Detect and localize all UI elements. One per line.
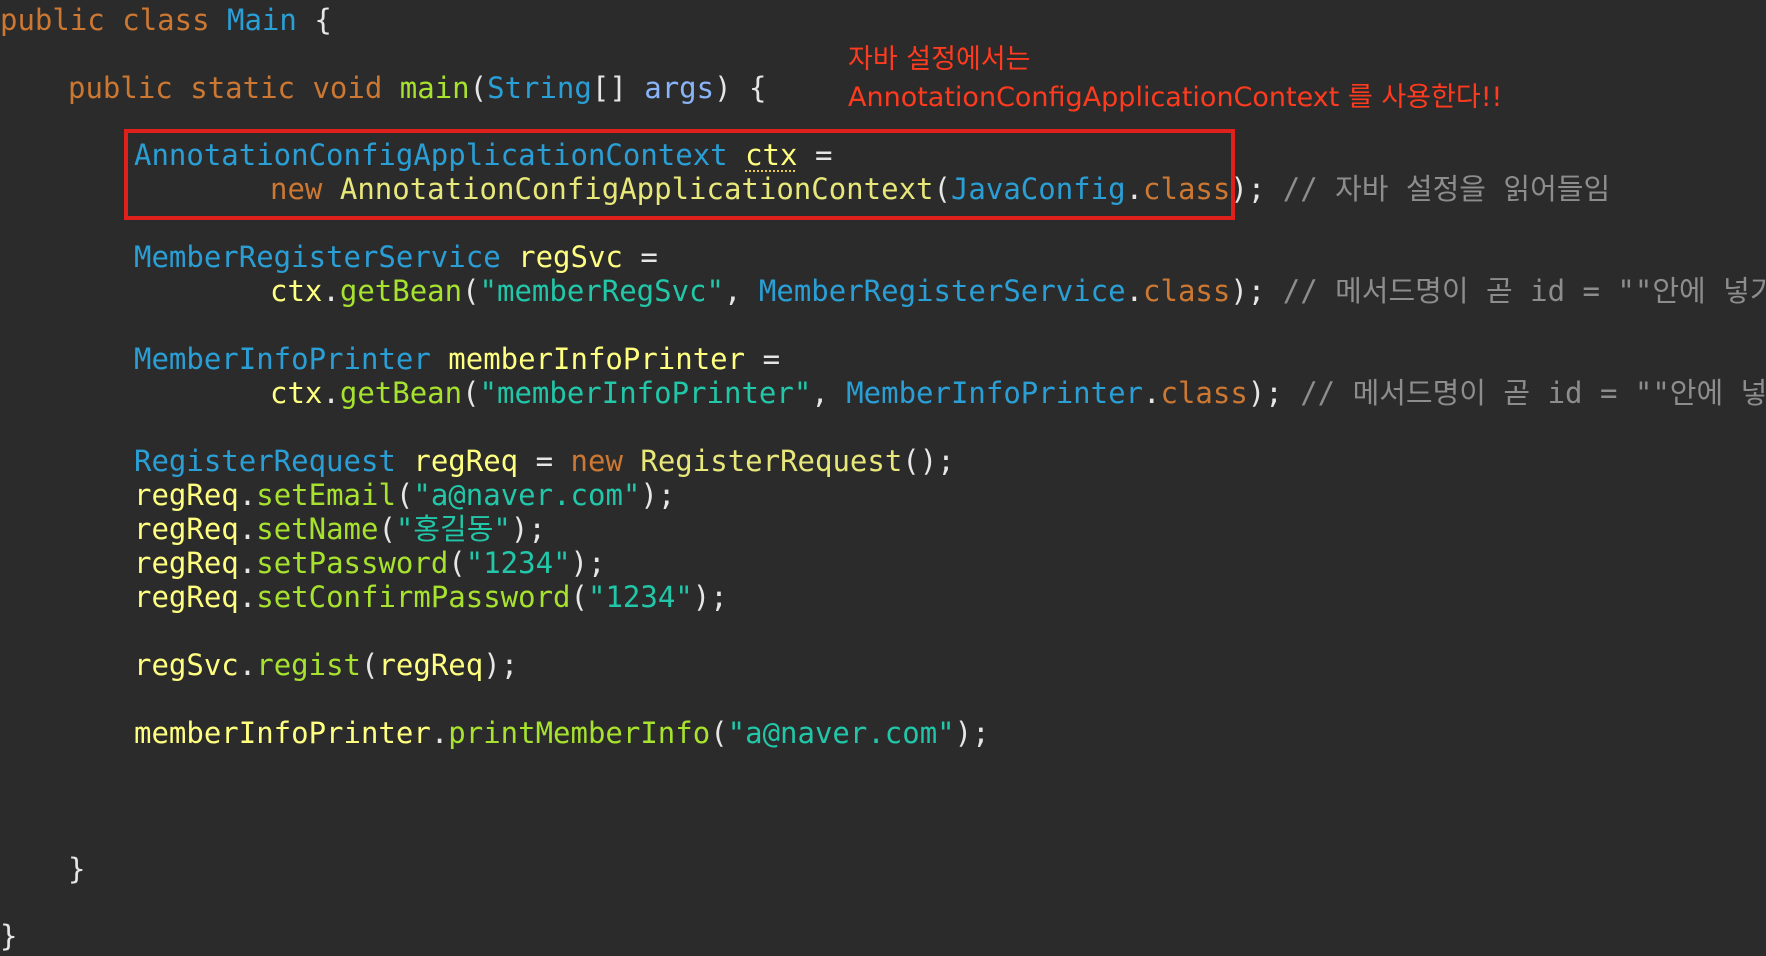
open-brace: {: [314, 3, 332, 37]
code-line-main-close: }: [68, 849, 85, 889]
method-getbean: getBean: [339, 274, 463, 308]
method-name-main: main: [399, 71, 470, 105]
variable-ctx: ctx: [270, 376, 323, 410]
keyword-class: class: [1143, 274, 1231, 308]
annotation-line-1: 자바 설정에서는: [848, 44, 1031, 75]
keyword-new: new: [570, 444, 623, 478]
type-name: MemberInfoPrinter: [134, 342, 431, 376]
method-setconfirmpassword: setConfirmPassword: [256, 580, 571, 614]
keyword-class: class: [1160, 376, 1248, 410]
variable-memberinfoprinter: memberInfoPrinter: [448, 342, 746, 376]
type-name: MemberInfoPrinter: [846, 376, 1144, 410]
code-line-printer-init: ctx.getBean("memberInfoPrinter", MemberI…: [270, 373, 1766, 413]
close-brace: }: [0, 919, 18, 953]
open-brace: {: [749, 71, 767, 105]
code-line-print-call: memberInfoPrinter.printMemberInfo("a@nav…: [134, 716, 990, 750]
code-line-set-confirm-password: regReq.setConfirmPassword("1234");: [134, 580, 728, 614]
constructor-name: AnnotationConfigApplicationContext: [339, 172, 934, 206]
code-line-ctx-init: new AnnotationConfigApplicationContext(J…: [270, 172, 1611, 206]
keyword-public: public: [68, 71, 173, 105]
close-brace: }: [68, 852, 86, 886]
param-args: args: [644, 71, 715, 105]
string-literal: "홍길동": [395, 512, 511, 546]
constructor-name: RegisterRequest: [640, 444, 903, 478]
type-name: AnnotationConfigApplicationContext: [134, 138, 728, 172]
code-comment: // 자바 설정을 읽어들임: [1282, 172, 1611, 206]
keyword-static: static: [190, 71, 295, 105]
class-name: Main: [227, 3, 297, 37]
variable-ctx: ctx: [745, 138, 798, 172]
variable-regsvc: regSvc: [518, 240, 623, 274]
code-line-regsvc-init: ctx.getBean("memberRegSvc", MemberRegist…: [270, 271, 1766, 311]
string-literal: "1234": [587, 580, 693, 614]
string-literal: "a@naver.com": [413, 478, 641, 512]
code-line-class-close: }: [0, 916, 17, 956]
type-name: MemberRegisterService: [134, 240, 501, 274]
config-class: JavaConfig: [950, 172, 1126, 206]
method-setpassword: setPassword: [256, 546, 449, 580]
keyword-public: public: [0, 3, 105, 37]
method-setemail: setEmail: [256, 478, 396, 512]
code-comment: // 메서드명이 곧 id = ""안에 넣기: [1300, 376, 1766, 410]
keyword-class: class: [1143, 172, 1231, 206]
string-literal: "a@naver.com": [727, 716, 955, 750]
type-name: RegisterRequest: [134, 444, 396, 478]
code-line-regist-call: regSvc.regist(regReq);: [134, 648, 519, 682]
method-printmemberinfo: printMemberInfo: [448, 716, 711, 750]
method-getbean: getBean: [339, 376, 463, 410]
string-literal: "1234": [465, 546, 571, 580]
code-comment: // 메서드명이 곧 id = ""안에 넣기: [1282, 274, 1766, 308]
keyword-void: void: [312, 71, 383, 105]
code-line-main-declaration: public static void main(String[] args) {: [68, 71, 767, 105]
code-editor[interactable]: public class Main { public static void m…: [0, 0, 1766, 956]
type-name: MemberRegisterService: [758, 274, 1126, 308]
keyword-class: class: [122, 3, 210, 37]
variable-regreq: regReq: [413, 444, 519, 478]
method-setname: setName: [256, 512, 379, 546]
string-literal: "memberInfoPrinter": [479, 376, 812, 410]
string-literal: "memberRegSvc": [479, 274, 724, 308]
code-line-class-declaration: public class Main {: [0, 0, 332, 40]
method-regist: regist: [256, 648, 361, 682]
variable-ctx: ctx: [270, 274, 323, 308]
param-type: String: [487, 71, 592, 105]
annotation-line-2: AnnotationConfigApplicationContext 를 사용한…: [848, 82, 1503, 113]
keyword-new: new: [270, 172, 323, 206]
